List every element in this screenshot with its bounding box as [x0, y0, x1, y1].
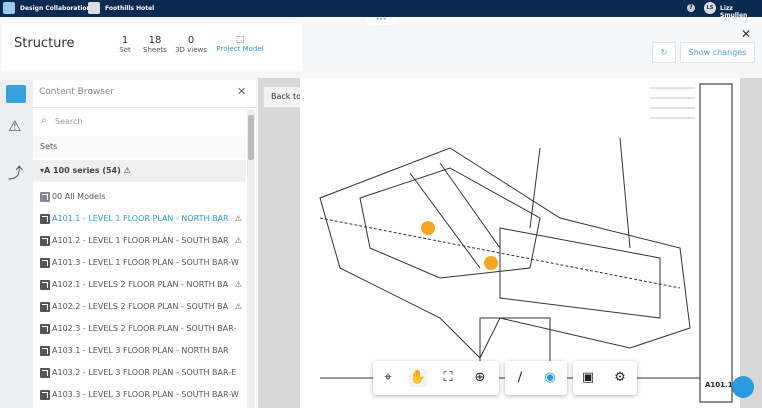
sheet-list-item[interactable]: A102.2 - LEVELS 2 FLOOR PLAN - SOUTH BA ⚠ [33, 296, 246, 318]
group-a100[interactable]: ▾A 100 series (54) ⚠ [33, 160, 246, 182]
location-pin-icon[interactable]: ⌖ [379, 369, 397, 387]
scrollbar[interactable] [247, 110, 255, 408]
sheet-list-item[interactable]: A101.3 - LEVEL 1 FLOOR PLAN - SOUTH BAR-… [33, 252, 246, 274]
warning-icon: ⚠ [234, 236, 242, 245]
help-chat-icon[interactable] [732, 376, 754, 398]
close-icon[interactable]: ✕ [741, 27, 751, 41]
gear-icon[interactable]: ⚙ [611, 369, 629, 387]
floor-plan-drawing [300, 78, 740, 408]
header: Structure 1 Set 18 Sheets 0 3D views ⬚ Proje… [0, 17, 762, 77]
content-browser-icon[interactable] [6, 85, 26, 103]
sheet-icon [40, 389, 50, 400]
sheet-icon [40, 279, 50, 290]
avatar[interactable]: LS [704, 2, 716, 14]
sheet-viewer[interactable]: Back to last view▾ A101.1 [258, 78, 762, 408]
sheet-icon [40, 301, 50, 312]
search-icon: ⌕ [41, 115, 47, 126]
branch-icon[interactable]: ⤴ [8, 162, 23, 183]
stat-3d-views: 0 3D views [175, 35, 207, 54]
warning-icon: ⚠ [234, 214, 242, 223]
issue-marker[interactable] [421, 221, 435, 235]
cube-icon [40, 191, 50, 202]
zoom-window-icon[interactable]: ⊕ [471, 369, 489, 387]
sheet-list-item[interactable]: A102.3 - LEVELS 2 FLOOR PLAN - SOUTH BAR… [33, 318, 246, 340]
sheet-list-item[interactable]: A101.2 - LEVEL 1 FLOOR PLAN - SOUTH BAR ⚠ [33, 230, 246, 252]
measure-ruler-icon[interactable]: ∕ [511, 369, 529, 387]
sheet-list-item[interactable]: A103.1 - LEVEL 3 FLOOR PLAN - NORTH BAR [33, 340, 246, 362]
sheet-properties-icon[interactable]: ▣ [579, 369, 597, 387]
project-switcher[interactable]: Foothills Hotel [105, 5, 154, 12]
measure-toolbar: ∕ ◉ [505, 361, 567, 395]
stat-sets: 1 Set [119, 35, 131, 54]
app-logo-icon [3, 2, 15, 14]
all-models-item[interactable]: 00 All Models [33, 186, 246, 208]
help-icon[interactable]: ? [687, 4, 695, 12]
project-icon [88, 2, 100, 14]
search-input[interactable]: ⌕ Search [33, 109, 246, 136]
sheet-icon [40, 235, 50, 246]
warning-icon: ⚠ [234, 302, 242, 311]
sheet-icon [40, 213, 50, 224]
project-model-link[interactable]: ⬚ Project Model [214, 35, 266, 53]
fit-view-icon[interactable]: ⛶ [439, 369, 457, 387]
warning-icon: ⚠ [234, 280, 242, 289]
sheet-list-item[interactable]: A101.1 - LEVEL 1 FLOOR PLAN - NORTH BAR ⚠ [33, 208, 246, 230]
show-changes-button[interactable]: Show changes [680, 42, 755, 63]
content-browser: Content Browser ✕ ⌕ Search Sets ▾A 100 s… [33, 80, 256, 408]
sheet-list-item[interactable]: A103.2 - LEVEL 3 FLOOR PLAN - SOUTH BAR-… [33, 362, 246, 384]
warning-icon[interactable]: ⚠ [8, 117, 21, 135]
app-switcher[interactable]: Design Collaboration [20, 5, 91, 12]
sets-header: Sets [33, 136, 246, 158]
close-panel-icon[interactable]: ✕ [237, 85, 246, 98]
sheet-icon [40, 257, 50, 268]
page-title: Structure [14, 36, 75, 51]
top-bar: Design Collaboration Foothills Hotel ? L… [0, 0, 762, 19]
more-handle[interactable]: ••• [366, 17, 396, 25]
sheet-number: A101.1 [705, 381, 733, 389]
pan-hand-icon[interactable]: ✋ [409, 369, 427, 387]
sheet-list-item[interactable]: A103.3 - LEVEL 3 FLOOR PLAN - SOUTH BAR-… [33, 384, 246, 406]
left-toolbar: ⚠ ⤴ [0, 80, 33, 408]
sheet-icon [40, 367, 50, 378]
visibility-eye-icon[interactable]: ◉ [541, 369, 559, 387]
sheet-icon [40, 345, 50, 356]
sheet-icon [40, 323, 50, 334]
sheet-list-item[interactable]: A102.1 - LEVELS 2 FLOOR PLAN - NORTH BA ⚠ [33, 274, 246, 296]
issue-marker[interactable] [484, 256, 498, 270]
navigation-toolbar: ⌖ ✋ ⛶ ⊕ [373, 361, 499, 395]
compare-icon[interactable]: ↻ [652, 42, 676, 63]
panel-title: Content Browser [39, 87, 115, 97]
stat-sheets: 18 Sheets [143, 35, 167, 54]
settings-toolbar: ▣ ⚙ [573, 361, 637, 395]
